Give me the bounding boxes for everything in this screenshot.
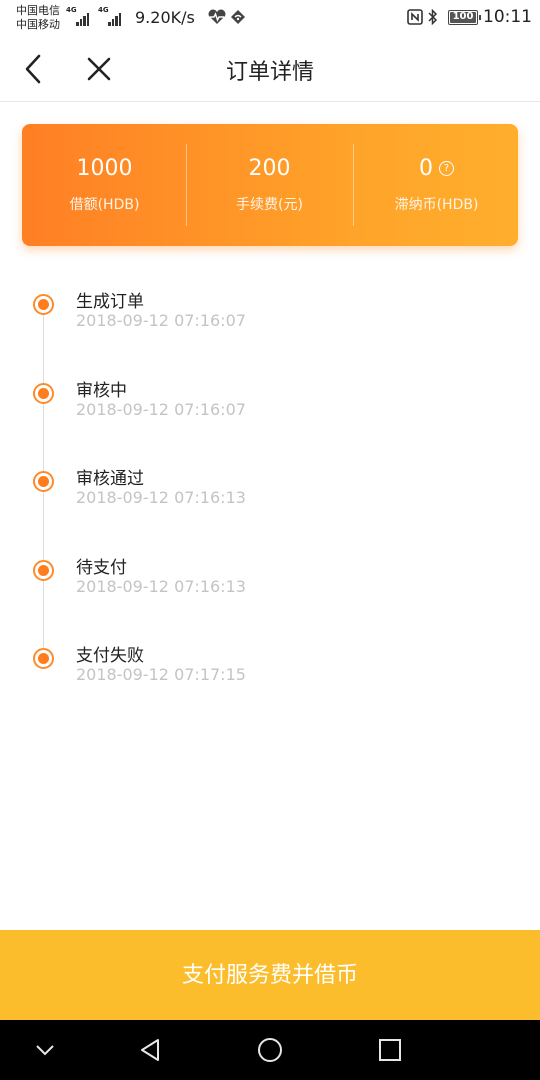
hide-keyboard-chevron-down-icon[interactable] [30, 1035, 60, 1065]
timeline-dot-icon [33, 471, 54, 492]
timeline-status: 待支付 [76, 558, 127, 578]
order-summary-card: 1000 借额(HDB) 200 手续费(元) 0? 滞纳币(HDB) [22, 124, 518, 246]
timeline-status: 审核通过 [76, 469, 144, 489]
timeline-dot-icon [33, 648, 54, 669]
fee-value: 200 [248, 156, 291, 181]
timeline-item: 生成订单 2018-09-12 07:16:07 [0, 283, 540, 343]
timeline-timestamp: 2018-09-12 07:16:13 [76, 577, 246, 596]
bluetooth-icon [428, 9, 438, 25]
summary-fee: 200 手续费(元) [187, 124, 352, 246]
navigation-bar: 订单详情 [0, 36, 540, 102]
health-heart-icon [208, 9, 226, 24]
loan-amount-label: 借额(HDB) [69, 197, 140, 213]
timeline-status: 支付失败 [76, 646, 144, 666]
timeline-item: 审核通过 2018-09-12 07:16:13 [0, 460, 540, 520]
network-speed: 9.20K/s [135, 8, 195, 27]
timeline-item: 审核中 2018-09-12 07:16:07 [0, 372, 540, 432]
system-navigation-bar [0, 1020, 540, 1080]
carrier-2: 中国移动 [16, 18, 60, 31]
shield-diamond-icon [231, 10, 245, 24]
timeline-status: 生成订单 [76, 292, 144, 312]
pay-service-fee-button[interactable]: 支付服务费并借币 [0, 930, 540, 1020]
timeline-dot-icon [33, 294, 54, 315]
nav-recents-square-icon[interactable] [375, 1035, 405, 1065]
fee-label: 手续费(元) [236, 197, 303, 213]
nav-home-circle-icon[interactable] [255, 1035, 285, 1065]
timeline-timestamp: 2018-09-12 07:16:07 [76, 400, 246, 419]
carrier-1: 中国电信 [16, 4, 60, 17]
status-time: 10:11 [483, 7, 532, 27]
page-title: 订单详情 [225, 60, 314, 85]
battery-icon: 100 [448, 10, 481, 25]
timeline-dot-icon [33, 383, 54, 404]
status-bar: 中国电信 中国移动 4G 4G 9.20K/s 100 10:11 [0, 0, 540, 36]
nav-back-triangle-icon[interactable] [135, 1035, 165, 1065]
timeline-item: 支付失败 2018-09-12 07:17:15 [0, 637, 540, 697]
late-fee-label: 滞纳币(HDB) [394, 197, 479, 213]
carrier-info: 中国电信 中国移动 [16, 4, 60, 32]
timeline-timestamp: 2018-09-12 07:16:13 [76, 488, 246, 507]
nfc-icon [407, 9, 423, 25]
loan-amount-value: 1000 [76, 156, 133, 181]
timeline-timestamp: 2018-09-12 07:17:15 [76, 665, 246, 684]
timeline-item: 待支付 2018-09-12 07:16:13 [0, 549, 540, 609]
timeline-dot-icon [33, 560, 54, 581]
summary-loan-amount: 1000 借额(HDB) [22, 124, 187, 246]
battery-level: 100 [452, 11, 474, 22]
timeline-timestamp: 2018-09-12 07:16:07 [76, 311, 246, 330]
late-fee-row: 0? [354, 156, 519, 181]
late-fee-value: 0 [419, 156, 433, 181]
timeline-status: 审核中 [76, 381, 127, 401]
help-question-icon[interactable]: ? [439, 161, 454, 176]
summary-late-fee: 0? 滞纳币(HDB) [354, 124, 519, 246]
